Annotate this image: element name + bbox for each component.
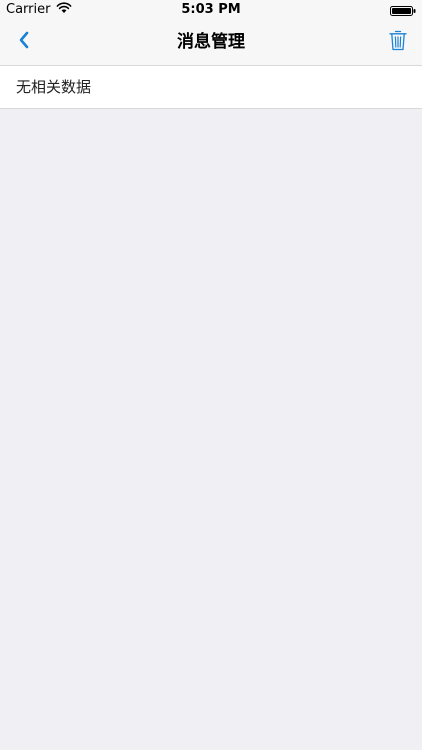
empty-state-row: 无相关数据 — [0, 66, 422, 109]
empty-state-message: 无相关数据 — [16, 78, 92, 96]
battery-icon — [390, 5, 416, 16]
status-time: 5:03 PM — [181, 2, 241, 17]
delete-button[interactable] — [388, 30, 408, 54]
navigation-bar: 消息管理 — [0, 20, 422, 66]
status-bar: Carrier 5:03 PM — [0, 0, 422, 20]
page-title: 消息管理 — [177, 32, 245, 52]
trash-icon — [389, 29, 407, 55]
